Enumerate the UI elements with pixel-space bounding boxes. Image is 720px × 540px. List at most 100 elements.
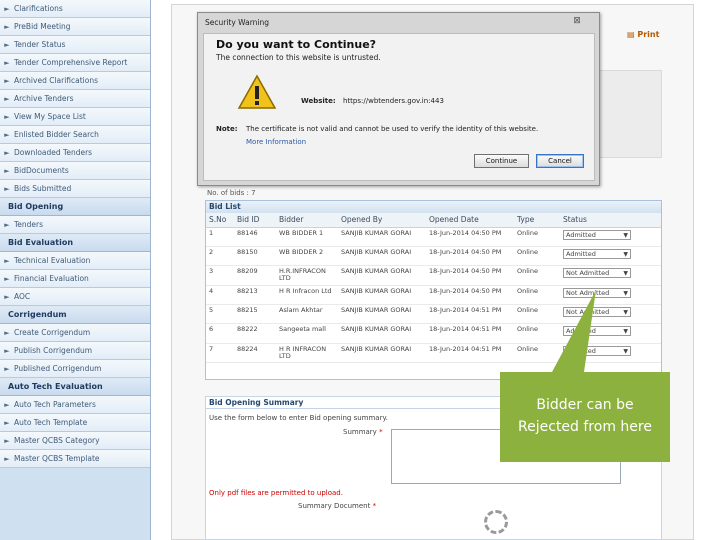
cell-opened-by: SANJIB KUMAR GORAI — [338, 227, 426, 247]
table-row: 7 88224 H R INFRACON LTD SANJIB KUMAR GORAI… — [206, 343, 661, 364]
sidebar-item-bo-0[interactable]: ► Tenders — [0, 216, 150, 234]
table-row: 5 88215 Aslam Akhtar SANJIB KUMAR GORAI 18-J… — [206, 304, 661, 325]
sidebar-item-label: Downloaded Tenders — [14, 148, 93, 157]
cell-opened-date: 18-Jun-2014 04:50 PM — [426, 285, 514, 306]
sidebar-item-top-8[interactable]: ► Downloaded Tenders — [0, 144, 150, 162]
pdf-only-note: Only pdf files are permitted to upload. — [209, 489, 343, 497]
sidebar-bid-evaluation-list: ► Technical Evaluation ► Financial Evaluati… — [0, 252, 150, 306]
status-select[interactable]: Not Admitted ▼ — [563, 307, 631, 318]
status-select[interactable]: Admitted ▼ — [563, 345, 631, 356]
sidebar-item-top-2[interactable]: ► Tender Status — [0, 36, 150, 54]
cell-opened-date: 18-Jun-2014 04:51 PM — [426, 323, 514, 344]
printer-icon: ▤ — [627, 30, 638, 39]
cell-opened-date: 18-Jun-2014 04:51 PM — [426, 304, 514, 325]
sidebar-item-be-0[interactable]: ► Technical Evaluation — [0, 252, 150, 270]
status-select[interactable]: Not Admitted ▼ — [563, 287, 631, 298]
sidebar-section-corrigendum: Corrigendum — [0, 306, 150, 324]
security-warning-dialog: Security Warning ⊠ Do you want to Contin… — [197, 12, 600, 186]
loading-spinner-icon — [484, 510, 508, 534]
chevron-down-icon: ▼ — [623, 270, 628, 278]
chevron-right-icon: ► — [4, 454, 10, 463]
sidebar-item-top-6[interactable]: ► View My Space List — [0, 108, 150, 126]
summary-document-label-text: Summary Document — [298, 502, 371, 510]
sidebar-item-label: Publish Corrigendum — [14, 346, 93, 355]
summary-label: Summary * — [343, 428, 383, 436]
cell-status: Admitted ▼ — [560, 246, 661, 267]
sidebar-item-be-1[interactable]: ► Financial Evaluation — [0, 270, 150, 288]
cell-sno: 5 — [206, 304, 234, 325]
chevron-right-icon: ► — [4, 4, 10, 13]
cell-sno: 1 — [206, 227, 234, 247]
bid-list-panel: Bid List S.No Bid ID Bidder Opened By Opened… — [205, 200, 662, 380]
sidebar-item-top-9[interactable]: ► BidDocuments — [0, 162, 150, 180]
cell-status: Not Admitted ▼ — [560, 304, 661, 325]
cell-type: Online — [514, 343, 560, 364]
sidebar-item-top-0[interactable]: ► Clarifications — [0, 0, 150, 18]
sidebar-item-label: PreBid Meeting — [14, 22, 71, 31]
callout-box: Bidder can be Rejected from here — [500, 372, 670, 462]
chevron-right-icon: ► — [4, 94, 10, 103]
status-select[interactable]: Not Admitted ▼ — [563, 268, 631, 279]
sidebar-item-label: BidDocuments — [14, 166, 69, 175]
sidebar-item-co-1[interactable]: ► Publish Corrigendum — [0, 342, 150, 360]
cell-bid-id: 88224 — [234, 343, 276, 364]
sidebar-item-top-1[interactable]: ► PreBid Meeting — [0, 18, 150, 36]
close-icon[interactable]: ⊠ — [565, 15, 589, 27]
sidebar-item-label: Master QCBS Template — [14, 454, 100, 463]
more-information-link[interactable]: More Information — [246, 138, 306, 146]
sidebar-item-at-0[interactable]: ► Auto Tech Parameters — [0, 396, 150, 414]
cancel-button[interactable]: Cancel — [536, 154, 584, 168]
bid-table-body: 1 88146 WB BIDDER 1 SANJIB KUMAR GORAI 18-Ju… — [206, 227, 661, 364]
chevron-right-icon: ► — [4, 292, 10, 301]
website-label: Website: — [301, 97, 336, 105]
sidebar-item-label: Auto Tech Template — [14, 418, 88, 427]
dialog-question: Do you want to Continue? — [216, 38, 377, 51]
sidebar-item-top-3[interactable]: ► Tender Comprehensive Report — [0, 54, 150, 72]
status-select[interactable]: Admitted ▼ — [563, 229, 631, 240]
sidebar-item-co-2[interactable]: ► Published Corrigendum — [0, 360, 150, 378]
column-header: Opened By — [338, 213, 426, 228]
chevron-down-icon: ▼ — [623, 250, 628, 258]
chevron-right-icon: ► — [4, 418, 10, 427]
cell-bid-id: 88222 — [234, 323, 276, 344]
chevron-right-icon: ► — [4, 148, 10, 157]
cell-status: Admitted ▼ — [560, 343, 661, 364]
dialog-body: Do you want to Continue? The connection … — [203, 33, 595, 181]
print-link[interactable]: ▤ Print — [627, 30, 659, 39]
cell-type: Online — [514, 227, 560, 247]
status-select-value: Not Admitted — [566, 308, 610, 317]
sidebar-item-at-1[interactable]: ► Auto Tech Template — [0, 414, 150, 432]
sidebar-item-label: Clarifications — [14, 4, 63, 13]
chevron-right-icon: ► — [4, 274, 10, 283]
chevron-right-icon: ► — [4, 112, 10, 121]
cell-opened-by: SANJIB KUMAR GORAI — [338, 246, 426, 267]
sidebar-item-at-3[interactable]: ► Master QCBS Template — [0, 450, 150, 468]
sidebar-item-top-7[interactable]: ► Enlisted Bidder Search — [0, 126, 150, 144]
sidebar-item-label: Create Corrigendum — [14, 328, 91, 337]
sidebar-item-label: Tenders — [14, 220, 44, 229]
sidebar-item-label: Archived Clarifications — [14, 76, 99, 85]
cell-sno: 7 — [206, 343, 234, 364]
sidebar-item-top-4[interactable]: ► Archived Clarifications — [0, 72, 150, 90]
sidebar-item-be-2[interactable]: ► AOC — [0, 288, 150, 306]
status-select[interactable]: Admitted ▼ — [563, 326, 631, 337]
sidebar-item-top-10[interactable]: ► Bids Submitted — [0, 180, 150, 198]
cell-type: Online — [514, 246, 560, 267]
cell-type: Online — [514, 285, 560, 306]
cell-opened-date: 18-Jun-2014 04:50 PM — [426, 227, 514, 247]
sidebar-item-at-2[interactable]: ► Master QCBS Category — [0, 432, 150, 450]
sidebar-item-top-5[interactable]: ► Archive Tenders — [0, 90, 150, 108]
status-select[interactable]: Admitted ▼ — [563, 248, 631, 259]
sidebar-item-label: Bids Submitted — [14, 184, 72, 193]
chevron-right-icon: ► — [4, 400, 10, 409]
sidebar-item-co-0[interactable]: ► Create Corrigendum — [0, 324, 150, 342]
continue-button[interactable]: Continue — [474, 154, 529, 168]
cell-bid-id: 88215 — [234, 304, 276, 325]
chevron-right-icon: ► — [4, 256, 10, 265]
cell-opened-by: SANJIB KUMAR GORAI — [338, 265, 426, 286]
website-value: https://wbtenders.gov.in:443 — [343, 97, 444, 105]
cell-sno: 6 — [206, 323, 234, 344]
summary-instruction: Use the form below to enter Bid opening … — [209, 414, 388, 422]
column-header: S.No — [206, 213, 234, 228]
required-marker: * — [379, 428, 383, 436]
